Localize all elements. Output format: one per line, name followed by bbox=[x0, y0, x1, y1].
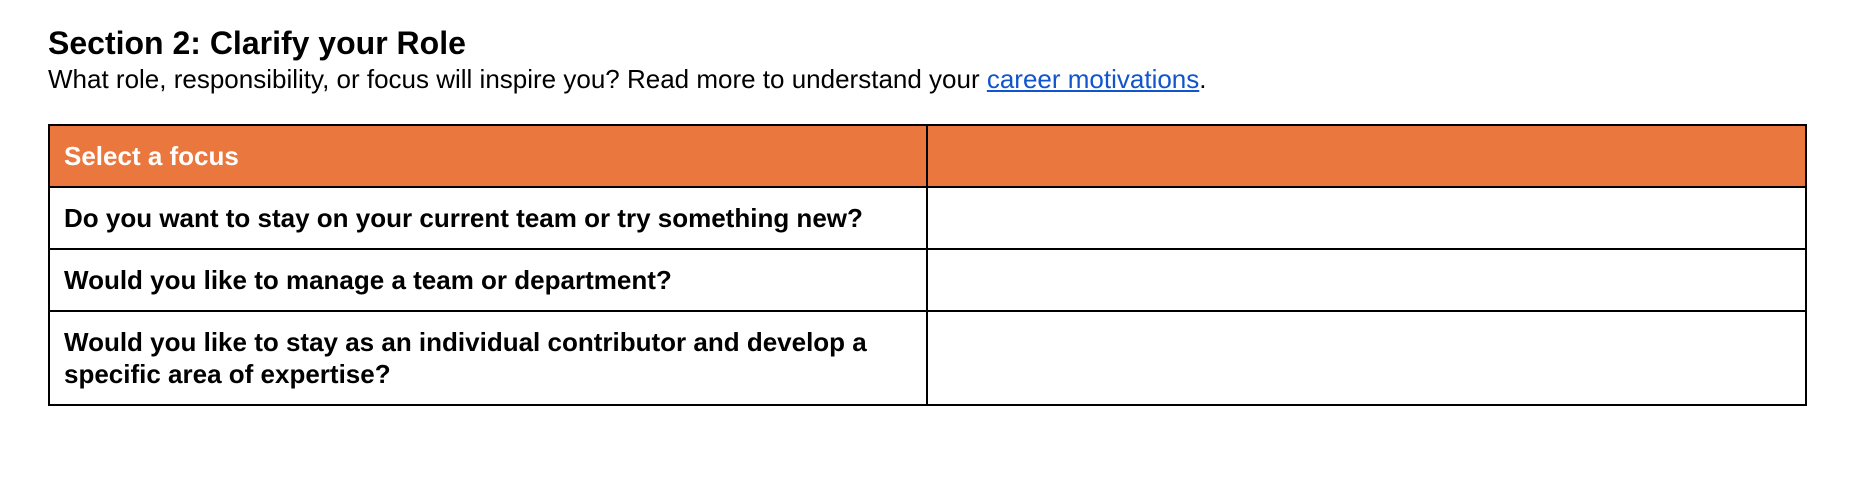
question-cell: Would you like to stay as an individual … bbox=[48, 310, 928, 406]
focus-table: Select a focus Do you want to stay on yo… bbox=[48, 124, 1807, 406]
table-row: Would you like to stay as an individual … bbox=[48, 310, 1807, 406]
question-cell: Do you want to stay on your current team… bbox=[48, 186, 928, 250]
career-motivations-link[interactable]: career motivations bbox=[987, 64, 1199, 94]
header-cell-focus: Select a focus bbox=[48, 124, 928, 188]
document-page: Section 2: Clarify your Role What role, … bbox=[48, 24, 1807, 406]
section-title: Section 2: Clarify your Role bbox=[48, 25, 466, 61]
answer-cell[interactable] bbox=[926, 310, 1807, 406]
intro-end: . bbox=[1199, 64, 1207, 94]
answer-cell[interactable] bbox=[926, 248, 1807, 312]
section-intro: What role, responsibility, or focus will… bbox=[48, 62, 1804, 96]
question-cell: Would you like to manage a team or depar… bbox=[48, 248, 928, 312]
table-row: Would you like to manage a team or depar… bbox=[48, 248, 1807, 312]
answer-cell[interactable] bbox=[926, 186, 1807, 250]
intro-text: What role, responsibility, or focus will… bbox=[48, 64, 987, 94]
header-cell-answer bbox=[926, 124, 1807, 188]
table-header-row: Select a focus bbox=[48, 124, 1807, 188]
table-row: Do you want to stay on your current team… bbox=[48, 186, 1807, 250]
